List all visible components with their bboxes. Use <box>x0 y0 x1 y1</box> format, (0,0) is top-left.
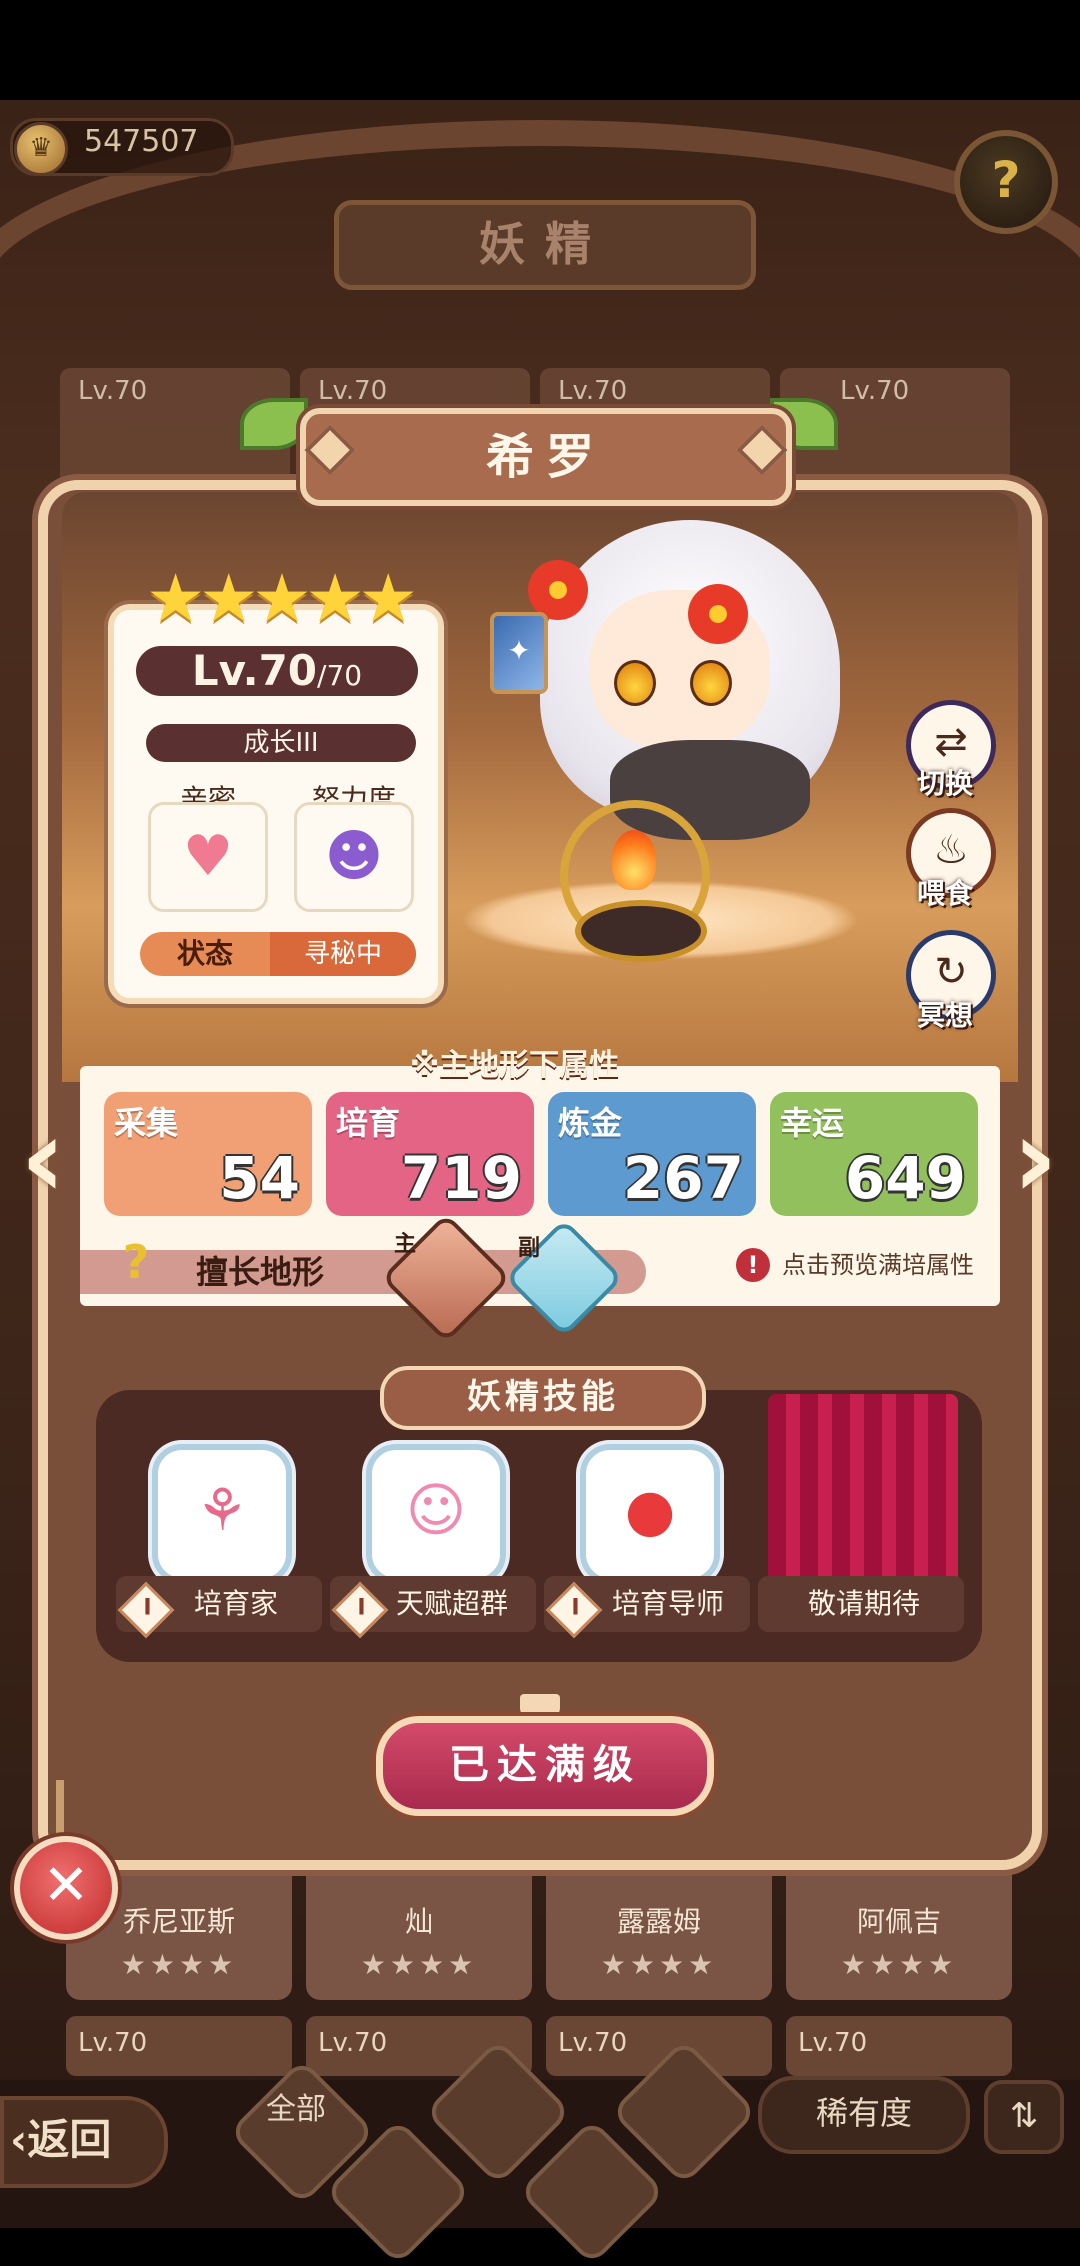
max-level-button[interactable]: 已达满级 <box>376 1716 714 1816</box>
back-button[interactable]: ‹返回 <box>0 2096 168 2188</box>
card-level: Lv.70 <box>318 376 388 406</box>
terrain-sub-tag: 副 <box>518 1236 541 1261</box>
fairy-name: 露露姆 <box>616 1905 701 1938</box>
level-pill: Lv.70/70 <box>136 646 418 696</box>
skill-name: 天赋超群 <box>396 1587 509 1620</box>
attribute-name: 培育 <box>336 1104 401 1142</box>
coin-value: 547507 <box>84 124 199 159</box>
status-label: 状态 <box>176 937 233 970</box>
help-icon[interactable]: ? <box>954 130 1058 234</box>
skill-name: 培育家 <box>194 1587 279 1620</box>
attribute-gather: 采集 54 <box>104 1092 312 1216</box>
attribute-name: 采集 <box>114 1104 179 1142</box>
star-rating: ★★★★ <box>120 1948 238 1981</box>
attribute-name: 炼金 <box>558 1104 623 1142</box>
rope-decoration <box>56 1780 64 1840</box>
terrain-main-tag: 主 <box>394 1232 417 1257</box>
growth-pill: 成长III <box>146 724 416 762</box>
fairy-name: 阿佩吉 <box>856 1905 941 1938</box>
rarity-sort-button[interactable]: 稀有度 <box>758 2076 970 2154</box>
fairy-name: 灿 <box>404 1905 433 1938</box>
attribute-header: ※主地形下属性 <box>410 1048 620 1083</box>
curtain-locked-slot <box>768 1394 958 1598</box>
attribute-value: 267 <box>622 1144 744 1212</box>
tarot-card-icon[interactable]: ✦ <box>490 612 548 694</box>
star-rating: ★★★★ <box>600 1948 718 1981</box>
attribute-luck: 幸运 649 <box>770 1092 978 1216</box>
star-rating: ★★★★ <box>840 1948 958 1981</box>
attribute-value: 649 <box>844 1144 966 1212</box>
devil-icon[interactable]: ☻ <box>294 802 414 912</box>
attribute-nurture: 培育 719 <box>326 1092 534 1216</box>
sprout-icon: ? <box>122 1235 150 1289</box>
card-level: Lv.70 <box>798 2028 868 2058</box>
star-rating: ★★★★ <box>360 1948 478 1981</box>
fairy-name-banner: 希罗 <box>300 408 792 506</box>
attribute-name: 幸运 <box>780 1104 845 1142</box>
card-level: Lv.70 <box>318 2028 388 2058</box>
attribute-value: 54 <box>219 1144 300 1212</box>
page-title: 妖精 <box>334 200 756 290</box>
fire-icon <box>612 830 656 890</box>
talent-skill-icon[interactable]: ☺ <box>366 1444 506 1584</box>
heart-icon[interactable]: ♥ <box>148 802 268 912</box>
card-level: Lv.70 <box>840 376 910 406</box>
level-value: Lv.70 <box>191 646 318 695</box>
hair-flower <box>528 560 588 620</box>
card-level: Lv.70 <box>558 376 628 406</box>
fairy-eye <box>614 660 656 706</box>
terrain-label: 擅长地形 <box>196 1253 325 1291</box>
next-fairy-arrow-icon[interactable]: › <box>1000 1103 1070 1218</box>
feed-label[interactable]: 喂食 <box>890 872 1000 912</box>
leaf-decoration <box>240 398 308 450</box>
nurturer-skill-icon[interactable]: ⚘ <box>152 1444 292 1584</box>
preview-full-stats-link[interactable]: 点击预览满培属性 <box>782 1248 974 1282</box>
alert-icon[interactable]: ! <box>736 1248 770 1282</box>
lantern-base <box>575 900 707 962</box>
skills-header: 妖精技能 <box>380 1366 706 1430</box>
card-level: Lv.70 <box>78 2028 148 2058</box>
hair-flower <box>688 584 748 644</box>
mentor-skill-icon[interactable]: ● <box>580 1444 720 1584</box>
coming-soon-label: 敬请期待 <box>808 1587 921 1620</box>
attribute-value: 719 <box>400 1144 522 1212</box>
sort-order-icon[interactable]: ⇅ <box>984 2080 1064 2154</box>
fairy-star-rating: ★★★★★ <box>146 560 418 637</box>
background-fairy-card[interactable]: Lv.70 <box>786 2016 1012 2076</box>
filter-all-label: 全部 <box>266 2092 326 2127</box>
status-value: 寻秘中 <box>270 932 416 976</box>
skill-name: 培育导师 <box>612 1587 725 1620</box>
crown-icon <box>520 1694 560 1718</box>
close-icon[interactable]: ✕ <box>14 1836 118 1940</box>
fairy-eye <box>690 660 732 706</box>
switch-label[interactable]: 切换 <box>890 762 1000 802</box>
prev-fairy-arrow-icon[interactable]: ‹ <box>8 1103 78 1218</box>
card-level: Lv.70 <box>78 376 148 406</box>
coin-icon: ♛ <box>14 122 68 176</box>
back-label: 返回 <box>27 2115 112 2164</box>
card-level: Lv.70 <box>558 2028 628 2058</box>
meditate-label[interactable]: 冥想 <box>890 994 1000 1034</box>
attribute-alchemy: 炼金 267 <box>548 1092 756 1216</box>
level-max: /70 <box>317 659 363 692</box>
